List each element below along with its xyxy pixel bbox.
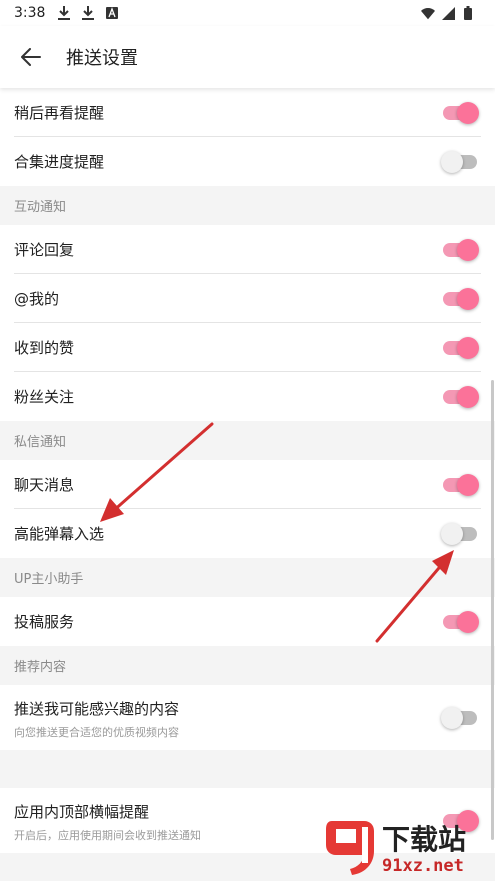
setting-row-mentions: @我的 — [0, 274, 495, 323]
likes-toggle[interactable] — [441, 336, 479, 360]
page-title: 推送设置 — [66, 48, 138, 69]
setting-row-chat: 聊天消息 — [0, 460, 495, 509]
danmaku-selected-toggle[interactable] — [441, 522, 479, 546]
download-icon — [81, 6, 95, 20]
setting-row-watch-later: 稍后再看提醒 — [0, 88, 495, 137]
section-header-up-assistant: UP主小助手 — [0, 558, 495, 597]
setting-description: 向您推送更合适您的优质视频内容 — [14, 725, 179, 739]
watermark-url: 91xz.net — [382, 855, 464, 876]
watermark: 下载站 91xz.net — [322, 812, 495, 881]
setting-label: 稍后再看提醒 — [14, 104, 105, 122]
download-icon — [57, 6, 71, 20]
battery-icon — [461, 6, 475, 20]
settings-list: 稍后再看提醒 合集进度提醒 互动通知 评论回复 @我的 收到的赞 粉丝关注 私信… — [0, 88, 495, 853]
setting-row-collection-progress: 合集进度提醒 — [0, 137, 495, 186]
section-header-recommended: 推荐内容 — [0, 646, 495, 685]
wifi-icon — [421, 6, 435, 20]
section-header-interaction: 互动通知 — [0, 186, 495, 225]
setting-label: 高能弹幕入选 — [14, 525, 105, 543]
comment-reply-toggle[interactable] — [441, 238, 479, 262]
watch-later-toggle[interactable] — [441, 101, 479, 125]
setting-label: 投稿服务 — [14, 613, 75, 631]
app-bar: 推送设置 — [0, 26, 495, 88]
status-right-icons — [421, 6, 481, 20]
setting-label: 应用内顶部横幅提醒 — [14, 802, 150, 821]
setting-label: 合集进度提醒 — [14, 153, 105, 171]
setting-row-likes: 收到的赞 — [0, 323, 495, 372]
watermark-logo — [322, 817, 378, 877]
setting-label: 评论回复 — [14, 241, 75, 259]
setting-row-submission-service: 投稿服务 — [0, 597, 495, 646]
watermark-text: 下载站 91xz.net — [382, 818, 466, 876]
recommend-push-toggle[interactable] — [441, 706, 479, 730]
status-time: 3:38 — [14, 5, 46, 21]
setting-row-comment-reply: 评论回复 — [0, 225, 495, 274]
status-bar: 3:38 — [0, 0, 495, 26]
setting-label: 推送我可能感兴趣的内容 — [14, 699, 180, 718]
setting-label: @我的 — [14, 290, 60, 308]
setting-description: 开启后，应用使用期间会收到推送通知 — [14, 828, 201, 842]
mentions-toggle[interactable] — [441, 287, 479, 311]
collection-progress-toggle[interactable] — [441, 150, 479, 174]
arrow-left-icon — [21, 48, 41, 66]
setting-row-danmaku-selected: 高能弹幕入选 — [0, 509, 495, 558]
setting-label: 粉丝关注 — [14, 388, 75, 406]
a-icon — [105, 6, 119, 20]
setting-label: 聊天消息 — [14, 476, 75, 494]
section-header-private-message: 私信通知 — [0, 421, 495, 460]
setting-label: 收到的赞 — [14, 339, 75, 357]
submission-service-toggle[interactable] — [441, 610, 479, 634]
followers-toggle[interactable] — [441, 385, 479, 409]
back-button[interactable] — [14, 40, 48, 74]
setting-row-followers: 粉丝关注 — [0, 372, 495, 421]
setting-row-recommend-push: 推送我可能感兴趣的内容 向您推送更合适您的优质视频内容 — [0, 685, 495, 750]
watermark-title: 下载站 — [382, 822, 467, 856]
spacer — [0, 750, 495, 788]
signal-icon — [441, 6, 455, 20]
chat-toggle[interactable] — [441, 473, 479, 497]
scrollbar-thumb[interactable] — [491, 380, 494, 840]
